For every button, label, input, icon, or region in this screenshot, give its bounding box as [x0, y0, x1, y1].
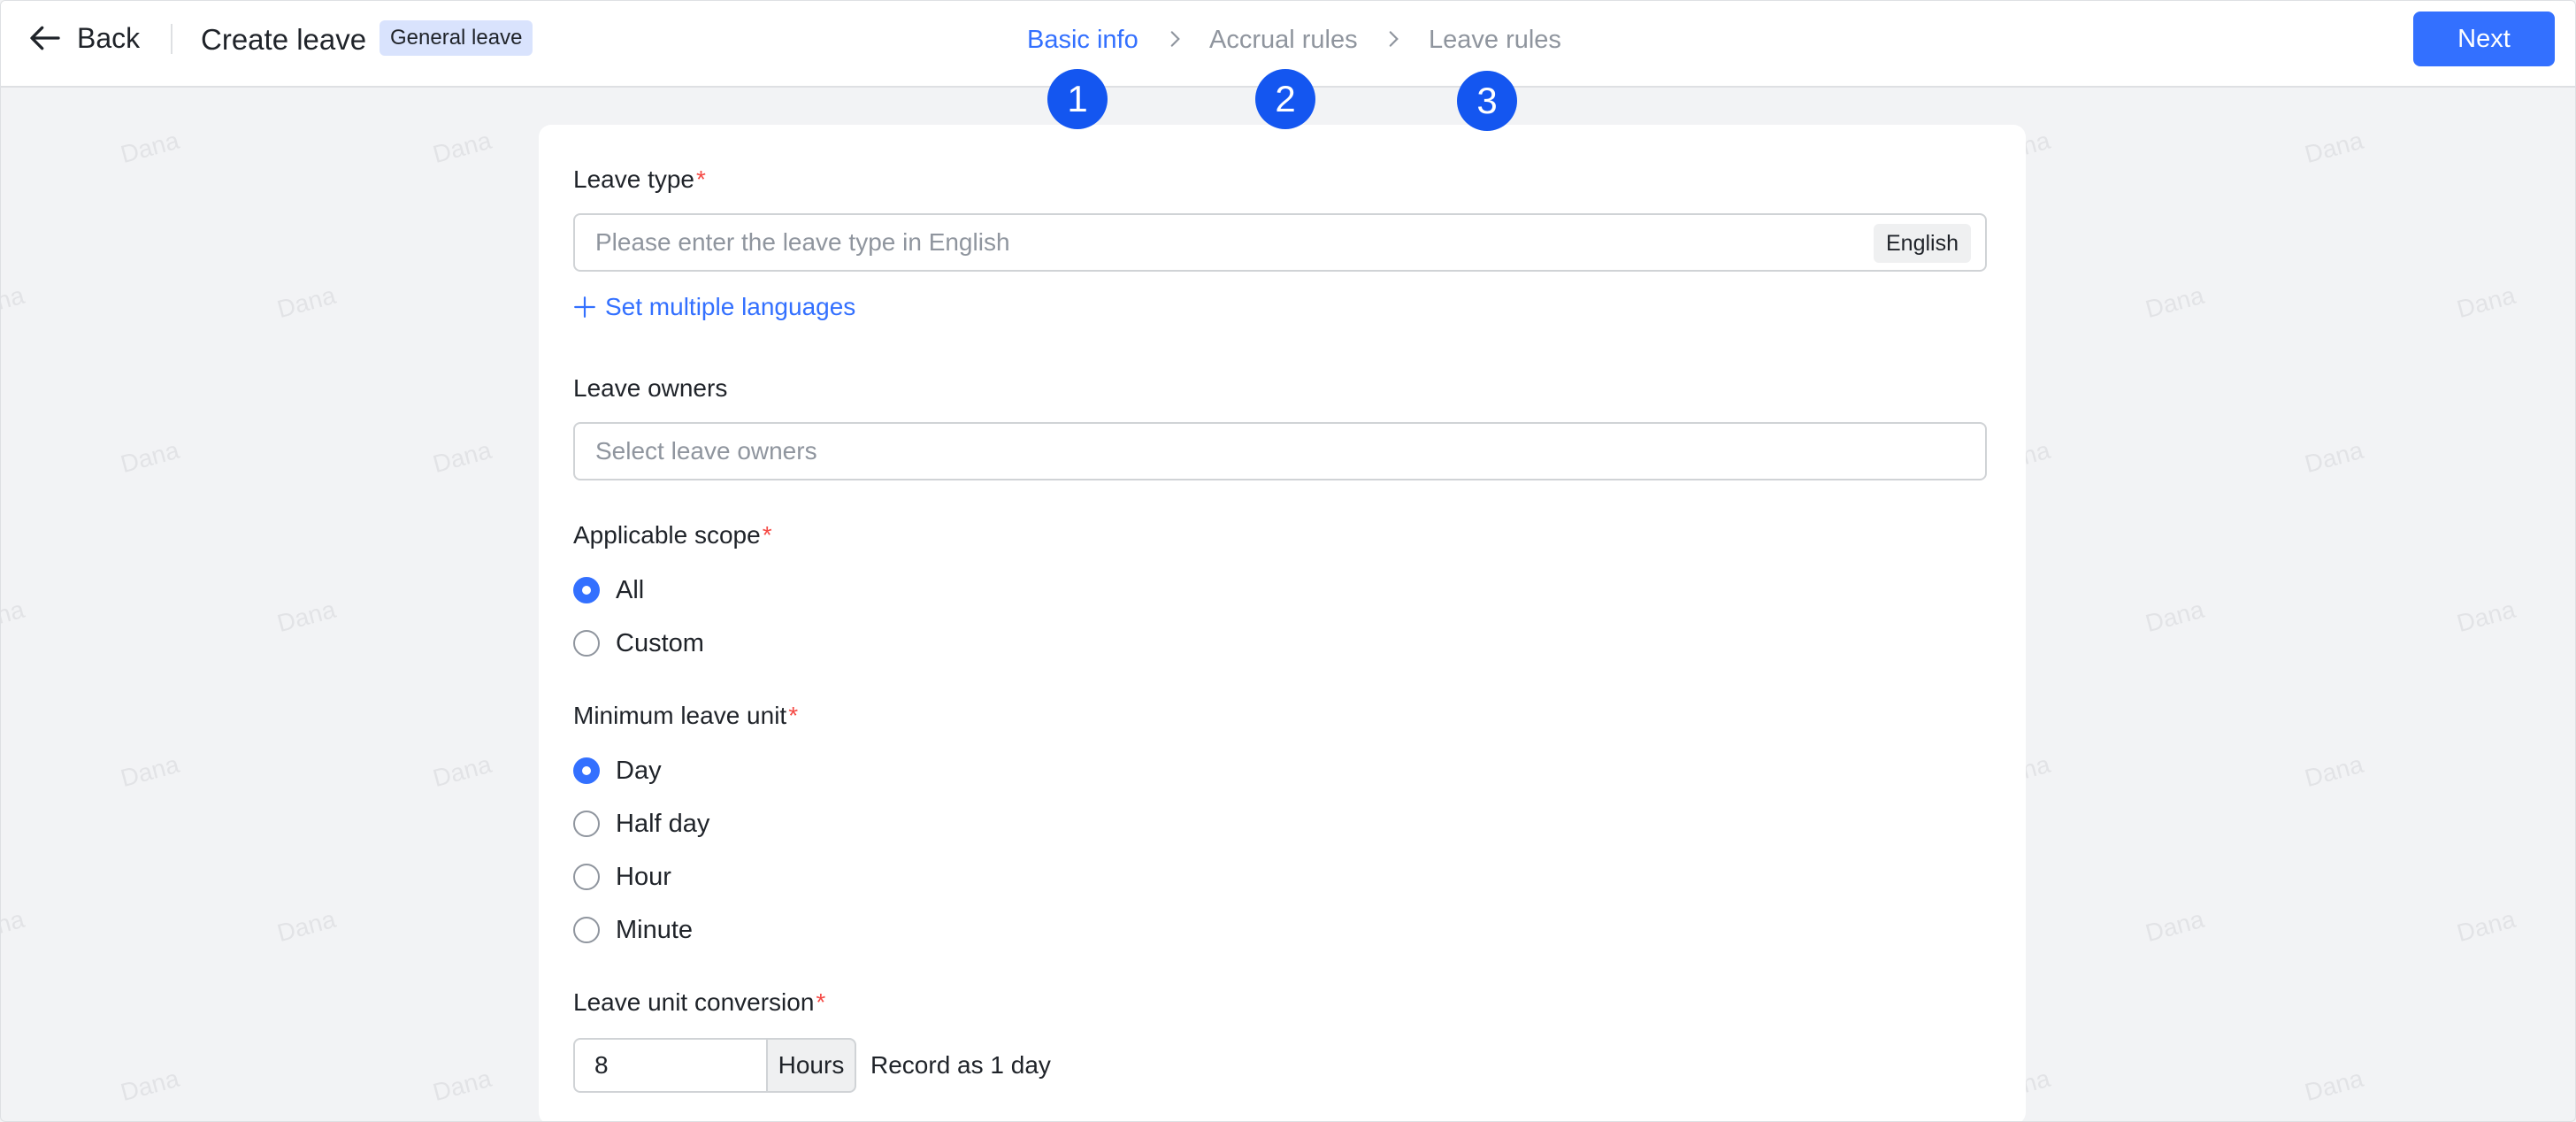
leave-unit-conversion-label-text: Leave unit conversion: [573, 988, 815, 1016]
step-number-2: 2: [1255, 69, 1315, 129]
leave-owners-label: Leave owners: [573, 374, 728, 402]
scope-option-all-label: All: [616, 575, 645, 604]
watermark-text: Dana: [2453, 280, 2518, 324]
hours-unit-addon: Hours: [766, 1038, 856, 1093]
leave-type-label-text: Leave type: [573, 165, 694, 193]
plus-icon: [574, 296, 595, 318]
step-number-3: 3: [1457, 71, 1517, 131]
leave-type-placeholder: Please enter the leave type in English: [595, 228, 1010, 256]
watermark-text: Dana: [273, 904, 339, 948]
unit-option-day[interactable]: Day: [573, 753, 662, 788]
watermark-text: Dana: [117, 1064, 182, 1107]
language-badge: English: [1874, 224, 1971, 263]
unit-option-hour-label: Hour: [616, 862, 671, 891]
watermark-text: Dana: [2301, 126, 2366, 169]
watermark-text: Dana: [2453, 904, 2518, 948]
required-mark: *: [788, 702, 799, 729]
unit-option-half-day-label: Half day: [616, 809, 710, 838]
required-mark: *: [696, 165, 706, 193]
page-title: Create leave: [201, 23, 367, 56]
watermark-text: Dana: [273, 595, 339, 638]
watermark-text: Dana: [2142, 280, 2207, 324]
watermark-text: Dana: [0, 595, 27, 638]
unit-option-day-label: Day: [616, 756, 662, 785]
radio-unchecked[interactable]: [573, 630, 600, 657]
arrow-left-icon: [30, 26, 60, 50]
form-card: Leave type* Please enter the leave type …: [539, 125, 2026, 1121]
set-multiple-languages-link[interactable]: Set multiple languages: [573, 293, 855, 321]
watermark-text: Dana: [117, 126, 182, 169]
unit-option-minute-label: Minute: [616, 915, 694, 944]
unit-option-minute[interactable]: Minute: [573, 912, 693, 948]
watermark-text: Dana: [429, 1064, 494, 1107]
step-number-1: 1: [1047, 69, 1108, 129]
leave-unit-conversion-row: 8 Hours Record as 1 day: [573, 1038, 1051, 1093]
leave-type-label: Leave type*: [573, 164, 706, 196]
scope-option-all[interactable]: All: [573, 573, 644, 608]
watermark-text: Dana: [429, 126, 494, 169]
leave-category-tag: General leave: [380, 20, 533, 56]
watermark-text: Dana: [2142, 595, 2207, 638]
minimum-leave-unit-label-text: Minimum leave unit: [573, 702, 787, 729]
watermark-text: Dana: [2301, 749, 2366, 793]
app-window: Dana Dana Dana Dana Dana Dana Dana Dana Dana Dana…: [0, 0, 2576, 1122]
radio-checked[interactable]: [573, 757, 600, 784]
watermark-text: Dana: [117, 749, 182, 793]
applicable-scope-label: Applicable scope*: [573, 519, 772, 551]
radio-unchecked[interactable]: [573, 917, 600, 943]
next-button[interactable]: Next: [2413, 12, 2555, 66]
watermark-text: Dana: [2142, 904, 2207, 948]
minimum-leave-unit-label: Minimum leave unit*: [573, 700, 798, 732]
leave-type-input[interactable]: Please enter the leave type in English E…: [573, 213, 1987, 272]
scope-option-custom[interactable]: Custom: [573, 626, 704, 661]
watermark-text: Dana: [429, 435, 494, 479]
step-leave-rules[interactable]: Leave rules: [1429, 22, 1561, 58]
watermark-text: Dana: [2453, 595, 2518, 638]
hours-per-day-input[interactable]: 8: [573, 1038, 766, 1093]
conversion-note: Record as 1 day: [870, 1051, 1051, 1079]
required-mark: *: [816, 988, 826, 1016]
watermark-text: Dana: [117, 435, 182, 479]
watermark-text: Dana: [2301, 435, 2366, 479]
radio-unchecked[interactable]: [573, 811, 600, 837]
watermark-text: Dana: [273, 280, 339, 324]
step-basic-info[interactable]: Basic info: [1027, 22, 1138, 58]
applicable-scope-label-text: Applicable scope: [573, 521, 761, 549]
leave-unit-conversion-label: Leave unit conversion*: [573, 987, 825, 1018]
watermark-text: Dana: [0, 280, 27, 324]
leave-owners-placeholder: Select leave owners: [595, 437, 817, 465]
watermark-text: Dana: [2301, 1064, 2366, 1107]
back-button[interactable]: Back: [27, 19, 140, 58]
step-accrual-rules[interactable]: Accrual rules: [1209, 22, 1358, 58]
radio-checked[interactable]: [573, 577, 600, 603]
unit-option-hour[interactable]: Hour: [573, 859, 671, 895]
required-mark: *: [762, 521, 772, 549]
back-label: Back: [77, 21, 141, 54]
watermark-text: Dana: [0, 904, 27, 948]
chevron-right-icon: [1389, 31, 1399, 47]
scope-option-custom-label: Custom: [616, 628, 704, 657]
watermark-text: Dana: [429, 749, 494, 793]
leave-owners-select[interactable]: Select leave owners: [573, 422, 1987, 480]
set-multiple-languages-text: Set multiple languages: [605, 293, 856, 320]
chevron-right-icon: [1170, 31, 1180, 47]
header-divider: [171, 24, 172, 54]
radio-unchecked[interactable]: [573, 864, 600, 890]
unit-option-half-day[interactable]: Half day: [573, 806, 709, 842]
